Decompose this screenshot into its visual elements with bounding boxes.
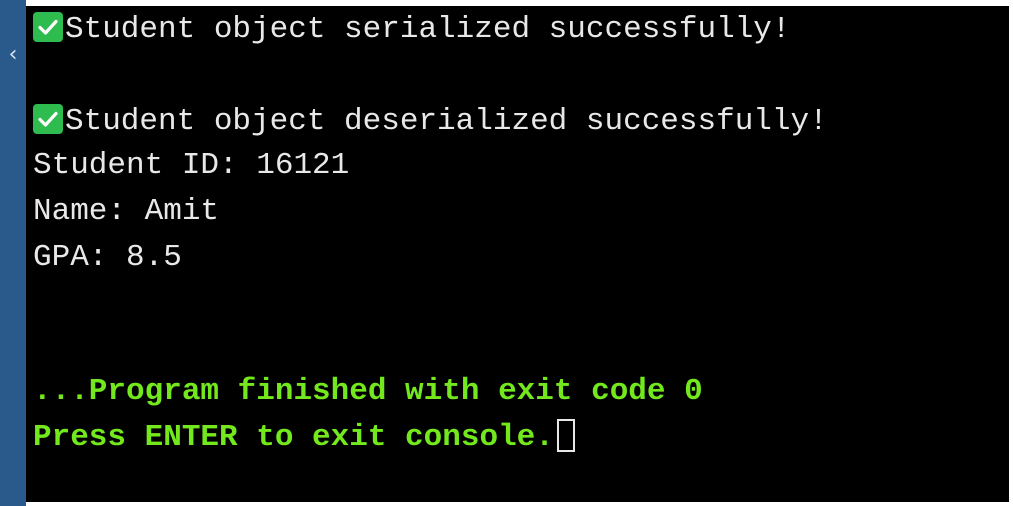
serialized-message: Student object serialized successfully! <box>65 12 791 47</box>
chevron-left-icon[interactable]: ‹ <box>2 42 24 68</box>
deserialized-message-line: Student object deserialized successfully… <box>33 102 828 142</box>
console-output[interactable]: Student object serialized successfully! … <box>26 6 1009 502</box>
side-panel: ‹ <box>0 0 26 506</box>
press-enter-line: Press ENTER to exit console. <box>33 418 575 458</box>
deserialized-message: Student object deserialized successfully… <box>65 104 828 139</box>
program-finished-line: ...Program finished with exit code 0 <box>33 374 703 409</box>
text-cursor <box>556 419 575 452</box>
gpa-line: GPA: 8.5 <box>33 240 182 275</box>
press-enter-text: Press ENTER to exit console. <box>33 420 554 455</box>
check-mark-icon <box>33 104 63 134</box>
name-line: Name: Amit <box>33 194 220 229</box>
screenshot-area: ‹ Student object serialized successfully… <box>0 0 1013 506</box>
check-mark-icon <box>33 12 63 42</box>
serialized-message-line: Student object serialized successfully! <box>33 10 791 50</box>
student-id-line: Student ID: 16121 <box>33 148 350 183</box>
